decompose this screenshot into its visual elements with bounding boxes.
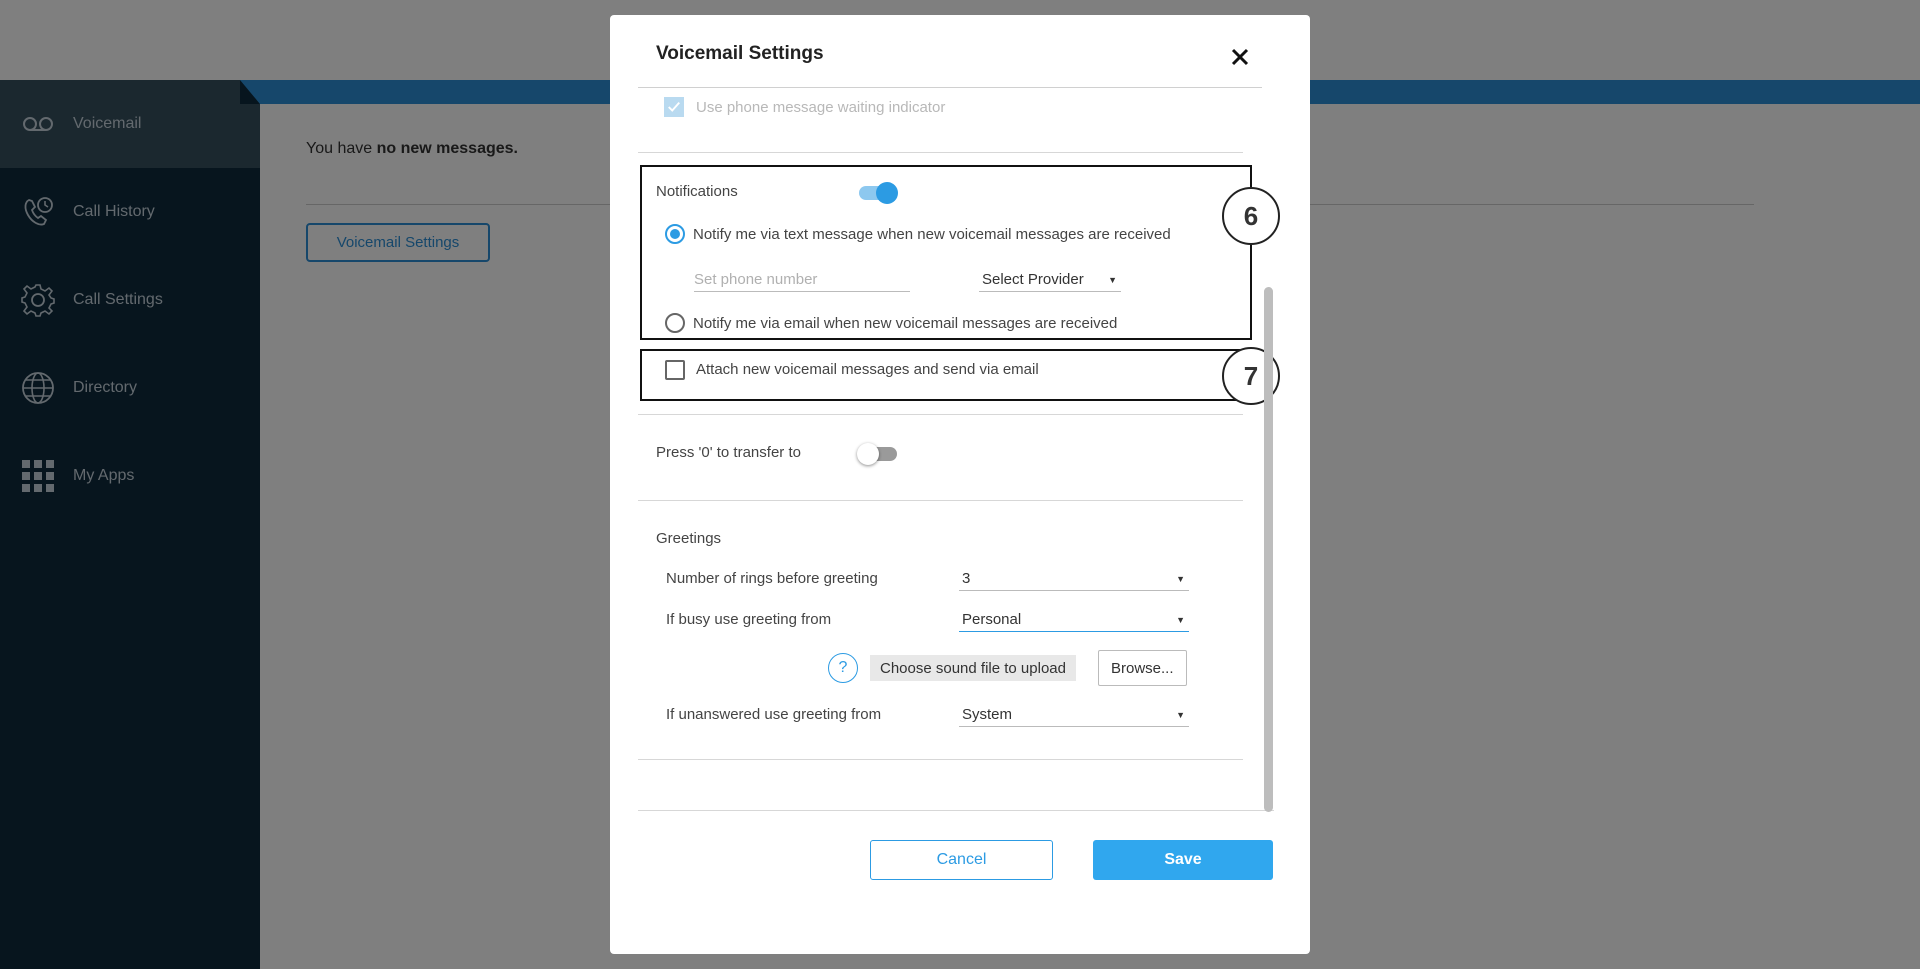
section-divider <box>638 414 1243 415</box>
provider-value: Select Provider <box>982 271 1084 288</box>
busy-greeting-value: Personal <box>962 611 1022 628</box>
attach-email-checkbox[interactable] <box>665 360 685 380</box>
chevron-down-icon: ▼ <box>1176 573 1185 584</box>
notify-text-label: Notify me via text message when new voic… <box>693 226 1171 243</box>
footer-divider <box>638 810 1274 811</box>
sound-file-upload-label: Choose sound file to upload <box>870 655 1076 681</box>
save-button[interactable]: Save <box>1093 840 1273 880</box>
provider-select[interactable]: Select Provider ▼ <box>979 271 1121 292</box>
close-icon[interactable] <box>1228 45 1252 69</box>
busy-greeting-select[interactable]: Personal ▼ <box>959 611 1189 632</box>
browse-button[interactable]: Browse... <box>1098 650 1187 686</box>
dialog-scrollbar[interactable] <box>1264 287 1273 812</box>
rings-label: Number of rings before greeting <box>666 570 878 587</box>
dialog-title: Voicemail Settings <box>656 43 824 64</box>
greetings-heading: Greetings <box>656 530 722 547</box>
chevron-down-icon: ▼ <box>1176 709 1185 720</box>
attach-email-label: Attach new voicemail messages and send v… <box>696 361 1039 378</box>
phone-number-input[interactable] <box>694 271 910 288</box>
busy-greeting-label: If busy use greeting from <box>666 611 832 628</box>
voicemail-settings-dialog: Voicemail Settings Use phone message wai… <box>610 15 1310 954</box>
rings-value: 3 <box>962 570 971 587</box>
unanswered-greeting-select[interactable]: System ▼ <box>959 706 1189 727</box>
notifications-toggle[interactable] <box>859 182 898 204</box>
unanswered-greeting-label: If unanswered use greeting from <box>666 706 882 723</box>
notifications-label: Notifications <box>656 183 738 200</box>
section-divider <box>638 500 1243 501</box>
phone-number-field[interactable] <box>694 271 910 292</box>
section-divider <box>638 152 1243 153</box>
notify-email-label: Notify me via email when new voicemail m… <box>693 315 1118 332</box>
chevron-down-icon: ▼ <box>1108 274 1117 285</box>
message-waiting-checkbox <box>664 97 684 117</box>
callout-number-6: 6 <box>1222 187 1280 245</box>
transfer-toggle[interactable] <box>857 443 897 465</box>
notify-text-radio[interactable] <box>665 224 685 244</box>
help-icon[interactable]: ? <box>828 653 858 683</box>
cancel-button[interactable]: Cancel <box>870 840 1053 880</box>
notify-email-radio[interactable] <box>665 313 685 333</box>
message-waiting-label: Use phone message waiting indicator <box>696 98 946 116</box>
message-waiting-indicator-row: Use phone message waiting indicator <box>664 97 945 117</box>
unanswered-greeting-value: System <box>962 706 1013 723</box>
transfer-label: Press '0' to transfer to <box>656 444 801 461</box>
rings-select[interactable]: 3 ▼ <box>959 570 1189 591</box>
section-divider <box>638 759 1243 760</box>
chevron-down-icon: ▼ <box>1176 614 1185 625</box>
dialog-header-divider <box>638 87 1262 88</box>
